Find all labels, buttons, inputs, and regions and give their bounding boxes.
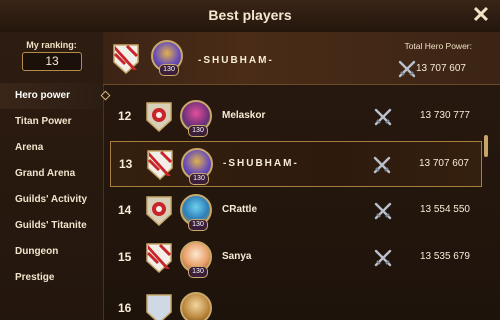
player-name: -SHUBHAM- [223,158,299,169]
table-row[interactable]: 14 130 CRattle 13 554 550 [110,188,482,234]
nav-item-arena[interactable]: Arena [0,135,103,161]
nav-item-label: Arena [15,142,44,153]
nav-item-guilds-activity[interactable]: Guilds' Activity [0,187,103,213]
guild-shield-icon [146,243,172,273]
best-players-window: Best players ✕ My ranking: 13 Hero power… [0,0,500,320]
guild-shield-icon [146,294,172,320]
guild-shield-icon [147,150,173,180]
level-badge: 130 [159,64,179,76]
window-title: Best players [208,7,292,23]
close-button[interactable]: ✕ [470,4,492,26]
my-entry-bar[interactable]: 130 -SHUBHAM- Total Hero Power: 13 707 6… [103,32,500,85]
player-avatar [180,292,212,320]
table-row[interactable]: 12 130 Melaskor 13 730 777 [110,94,482,140]
nav-item-hero-power[interactable]: Hero power [0,83,103,109]
nav-item-label: Hero power [15,90,71,101]
rank-number: 13 [119,157,133,171]
player-power: 13 707 607 [418,158,469,169]
ranking-sidebar: My ranking: 13 Hero power Titan Power Ar… [0,32,104,320]
close-icon: ✕ [471,2,491,27]
player-name: CRattle [222,204,258,215]
table-row-current-player[interactable]: 13 130 -SHUBHAM- 13 707 607 [110,141,482,187]
rank-number: 16 [118,301,132,315]
nav-item-grand-arena[interactable]: Grand Arena [0,161,103,187]
nav-item-guilds-titanite[interactable]: Guilds' Titanite [0,213,103,239]
player-power: 13 554 550 [419,204,470,215]
table-row[interactable]: 15 130 Sanya 13 535 679 [110,235,482,281]
crossed-swords-icon [373,156,391,174]
nav-item-label: Guilds' Titanite [15,220,87,231]
level-badge: 130 [189,173,209,185]
player-power: 13 535 679 [419,251,470,262]
nav-item-label: Prestige [15,272,55,283]
guild-shield-icon [146,102,172,132]
crossed-swords-icon [374,108,392,126]
nav-item-titan-power[interactable]: Titan Power [0,109,103,135]
guild-shield-icon [113,44,139,74]
crossed-swords-icon [398,60,416,78]
player-name: Melaskor [222,110,266,121]
player-power: 13 730 777 [419,110,470,121]
rank-number: 12 [118,109,132,123]
nav-item-dungeon[interactable]: Dungeon [0,239,103,265]
my-ranking-value: 13 [22,52,82,71]
guild-shield-icon [146,196,172,226]
leaderboard-list[interactable]: 12 130 Melaskor 13 730 777 13 130 -SHUBH… [110,90,482,320]
level-badge: 130 [188,266,208,278]
nav-item-prestige[interactable]: Prestige [0,265,103,291]
table-row[interactable]: 16 [110,286,482,320]
category-nav: Hero power Titan Power Arena Grand Arena… [0,83,103,291]
nav-item-label: Grand Arena [15,168,76,179]
crossed-swords-icon [374,202,392,220]
player-name: Sanya [222,251,252,262]
my-total-power: 13 707 607 [415,63,466,74]
rank-number: 15 [118,250,132,264]
list-scrollbar[interactable] [484,135,488,157]
my-ranking-label: My ranking: [26,40,77,50]
total-power-label: Total Hero Power: [404,41,472,51]
level-badge: 130 [188,125,208,137]
level-badge: 130 [188,219,208,231]
title-bar: Best players ✕ [0,0,500,33]
nav-item-label: Guilds' Activity [15,194,88,205]
my-player-name: -SHUBHAM- [198,55,274,66]
nav-item-label: Dungeon [15,246,59,257]
nav-item-label: Titan Power [15,116,72,127]
rank-number: 14 [118,203,132,217]
crossed-swords-icon [374,249,392,267]
